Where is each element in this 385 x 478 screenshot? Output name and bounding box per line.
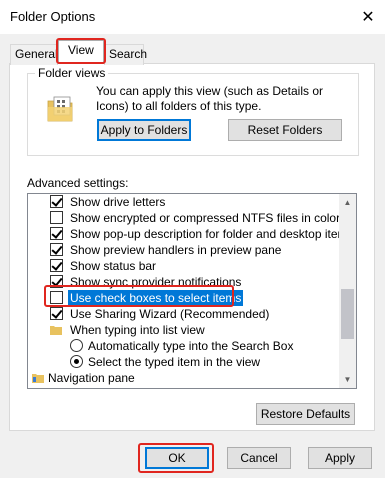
apply-button[interactable]: Apply [308,447,372,469]
window-title: Folder Options [10,9,96,24]
checkbox[interactable] [50,291,63,304]
scroll-up-icon[interactable]: ▲ [339,194,356,211]
folder-views-legend: Folder views [38,66,106,80]
navigation-pane-icon [32,374,44,383]
tab-general[interactable]: General [10,44,58,65]
tab-search[interactable]: Search [104,44,147,65]
folder-view-icon [47,96,73,122]
apply-to-folders-button[interactable]: Apply to Folders [97,119,191,141]
folder-icon [50,326,62,335]
folder-views-description: You can apply this view (such as Details… [96,84,324,113]
checkbox[interactable] [50,259,63,272]
restore-defaults-button[interactable]: Restore Defaults [256,403,355,425]
checkbox[interactable] [50,195,63,208]
radio-button[interactable] [70,339,83,352]
close-icon[interactable]: ✕ [351,0,385,34]
reset-folders-label: Reset Folders [247,123,323,137]
checkbox[interactable] [50,243,63,256]
scroll-down-icon[interactable]: ▼ [339,371,356,388]
selected-item-label: Use check boxes to select items [68,290,244,306]
advanced-settings-list[interactable]: Show drive letters Show encrypted or com… [27,193,357,389]
vertical-scrollbar[interactable]: ▲ ▼ [339,194,356,388]
radio-button[interactable] [70,355,83,368]
checkbox[interactable] [50,307,63,320]
ok-button[interactable]: OK [145,447,209,469]
cancel-button[interactable]: Cancel [227,447,291,469]
title-bar: Folder Options ✕ [0,0,385,34]
advanced-settings-label: Advanced settings: [27,176,129,190]
checkbox[interactable] [50,275,63,288]
scrollbar-thumb[interactable] [341,289,354,339]
checkbox[interactable] [50,211,63,224]
checkbox[interactable] [50,227,63,240]
reset-folders-button[interactable]: Reset Folders [228,119,342,141]
tab-view[interactable]: View [58,40,104,64]
